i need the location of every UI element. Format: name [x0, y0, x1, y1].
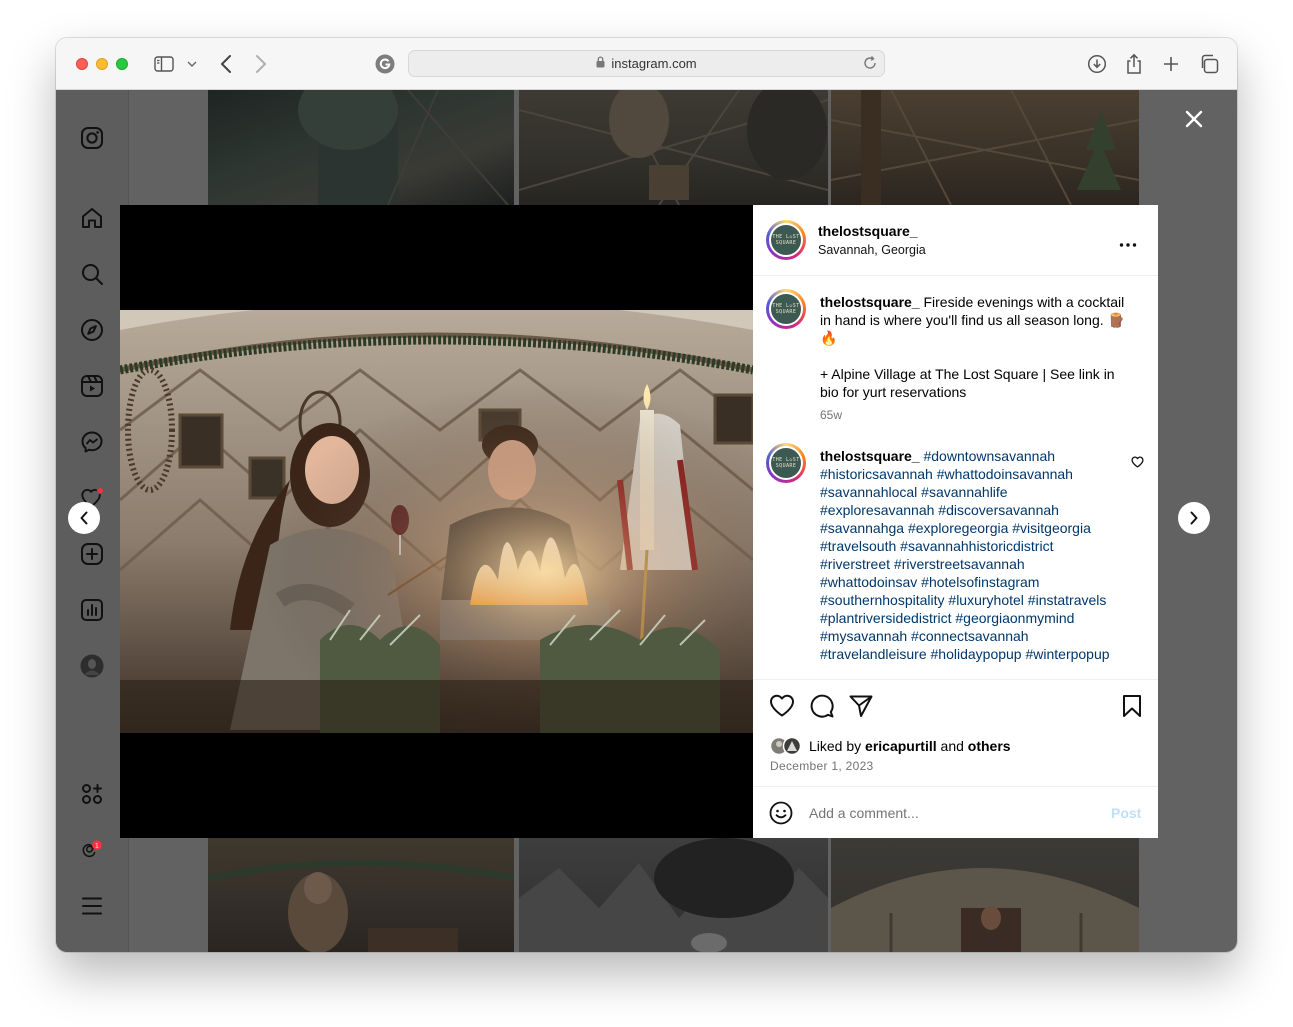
liked-by-user[interactable]: ericapurtill: [865, 738, 937, 754]
liked-by-and: and: [940, 738, 964, 754]
previous-post-button[interactable]: [68, 502, 100, 534]
chevron-down-icon[interactable]: [180, 52, 204, 76]
dashboard-icon[interactable]: [80, 598, 104, 622]
more-menu-icon[interactable]: [80, 894, 104, 918]
liked-by-others[interactable]: others: [968, 738, 1011, 754]
more-options-icon[interactable]: [1119, 235, 1137, 253]
hashtag-comment: thelostsquare_ #downtownsavannah #histor…: [820, 447, 1110, 663]
search-icon[interactable]: [80, 262, 104, 286]
browser-window: instagram.com 1 THE L◇ST SQUARE thelosts…: [56, 38, 1237, 952]
minimize-window-button[interactable]: [96, 58, 108, 70]
reload-icon[interactable]: [862, 55, 878, 74]
threads-badge: 1: [95, 842, 99, 849]
page-content: 1 THE L◇ST SQUARE thelostsquare_ Savanna…: [56, 90, 1237, 952]
next-post-button[interactable]: [1178, 502, 1210, 534]
post-actions: Liked by ericapurtill and others Decembe…: [753, 679, 1158, 786]
post-comment-button[interactable]: Post: [1111, 805, 1141, 821]
author-avatar-text: THE L◇ST SQUARE: [769, 223, 803, 257]
like-comment-icon[interactable]: [1131, 455, 1144, 473]
comment-icon[interactable]: [809, 693, 835, 719]
forward-icon[interactable]: [249, 52, 273, 76]
liked-by-prefix: Liked by: [809, 738, 862, 754]
comment-avatar-text: THE L◇ST SQUARE: [769, 446, 803, 480]
messages-icon[interactable]: [80, 430, 104, 454]
url-text: instagram.com: [611, 56, 697, 71]
grid-post-thumbnail[interactable]: [831, 838, 1139, 952]
emoji-icon[interactable]: [769, 801, 793, 830]
author-avatar[interactable]: THE L◇ST SQUARE: [766, 220, 806, 260]
reels-icon[interactable]: [80, 374, 104, 398]
author-username[interactable]: thelostsquare_: [818, 223, 926, 239]
downloads-icon[interactable]: [1085, 52, 1109, 76]
grid-post-thumbnail[interactable]: [208, 838, 514, 952]
liked-by-avatars[interactable]: [769, 736, 806, 756]
post-location[interactable]: Savannah, Georgia: [818, 243, 926, 257]
browser-toolbar: instagram.com: [56, 38, 1237, 90]
also-from-meta-icon[interactable]: [80, 782, 104, 806]
post-photo[interactable]: [120, 310, 753, 733]
close-window-button[interactable]: [76, 58, 88, 70]
grid-post-thumbnail[interactable]: [831, 90, 1139, 205]
home-icon[interactable]: [80, 206, 104, 230]
back-icon[interactable]: [214, 52, 238, 76]
threads-icon[interactable]: 1: [80, 838, 104, 862]
post-modal: THE L◇ST SQUARE thelostsquare_ Savannah,…: [120, 205, 1158, 838]
chevron-right-icon: [1190, 511, 1198, 525]
caption: thelostsquare_ Fireside evenings with a …: [820, 293, 1135, 424]
post-header: THE L◇ST SQUARE thelostsquare_ Savannah,…: [753, 205, 1158, 276]
like-icon[interactable]: [769, 693, 795, 719]
comment-avatar[interactable]: THE L◇ST SQUARE: [766, 443, 806, 483]
grid-post-thumbnail[interactable]: [519, 90, 828, 205]
comments-section[interactable]: THE L◇ST SQUARE thelostsquare_ Fireside …: [753, 277, 1158, 679]
comment-hashtags[interactable]: #downtownsavannah #historicsavannah #wha…: [820, 448, 1110, 662]
profile-avatar[interactable]: [80, 654, 104, 678]
sidebar-toggle-icon[interactable]: [152, 52, 176, 76]
explore-icon[interactable]: [80, 318, 104, 342]
caption-age: 65w: [820, 408, 843, 422]
post-date[interactable]: December 1, 2023: [770, 759, 874, 773]
add-comment-bar: Post: [753, 786, 1158, 838]
zoom-window-button[interactable]: [116, 58, 128, 70]
chevron-left-icon: [80, 511, 88, 525]
caption-line-2: + Alpine Village at The Lost Square | Se…: [820, 366, 1115, 400]
address-bar[interactable]: instagram.com: [408, 50, 885, 77]
extension-icon[interactable]: [373, 52, 397, 76]
save-post-icon[interactable]: [1119, 693, 1145, 719]
caption-avatar-text: THE L◇ST SQUARE: [769, 292, 803, 326]
create-icon[interactable]: [80, 542, 104, 566]
post-details-panel: THE L◇ST SQUARE thelostsquare_ Savannah,…: [753, 205, 1158, 838]
instagram-logo-icon[interactable]: [80, 126, 104, 150]
comment-input[interactable]: [809, 803, 1089, 823]
liked-by: Liked by ericapurtill and others: [809, 738, 1011, 754]
share-icon[interactable]: [1122, 52, 1146, 76]
caption-username[interactable]: thelostsquare_: [820, 294, 920, 310]
grid-post-thumbnail[interactable]: [519, 838, 828, 952]
caption-avatar[interactable]: THE L◇ST SQUARE: [766, 289, 806, 329]
share-post-icon[interactable]: [848, 693, 874, 719]
new-tab-icon[interactable]: [1159, 52, 1183, 76]
grid-post-thumbnail[interactable]: [208, 90, 514, 205]
comment-username[interactable]: thelostsquare_: [820, 448, 920, 464]
tab-overview-icon[interactable]: [1197, 52, 1221, 76]
lock-icon: [596, 56, 605, 71]
close-modal-icon[interactable]: [1181, 106, 1207, 132]
